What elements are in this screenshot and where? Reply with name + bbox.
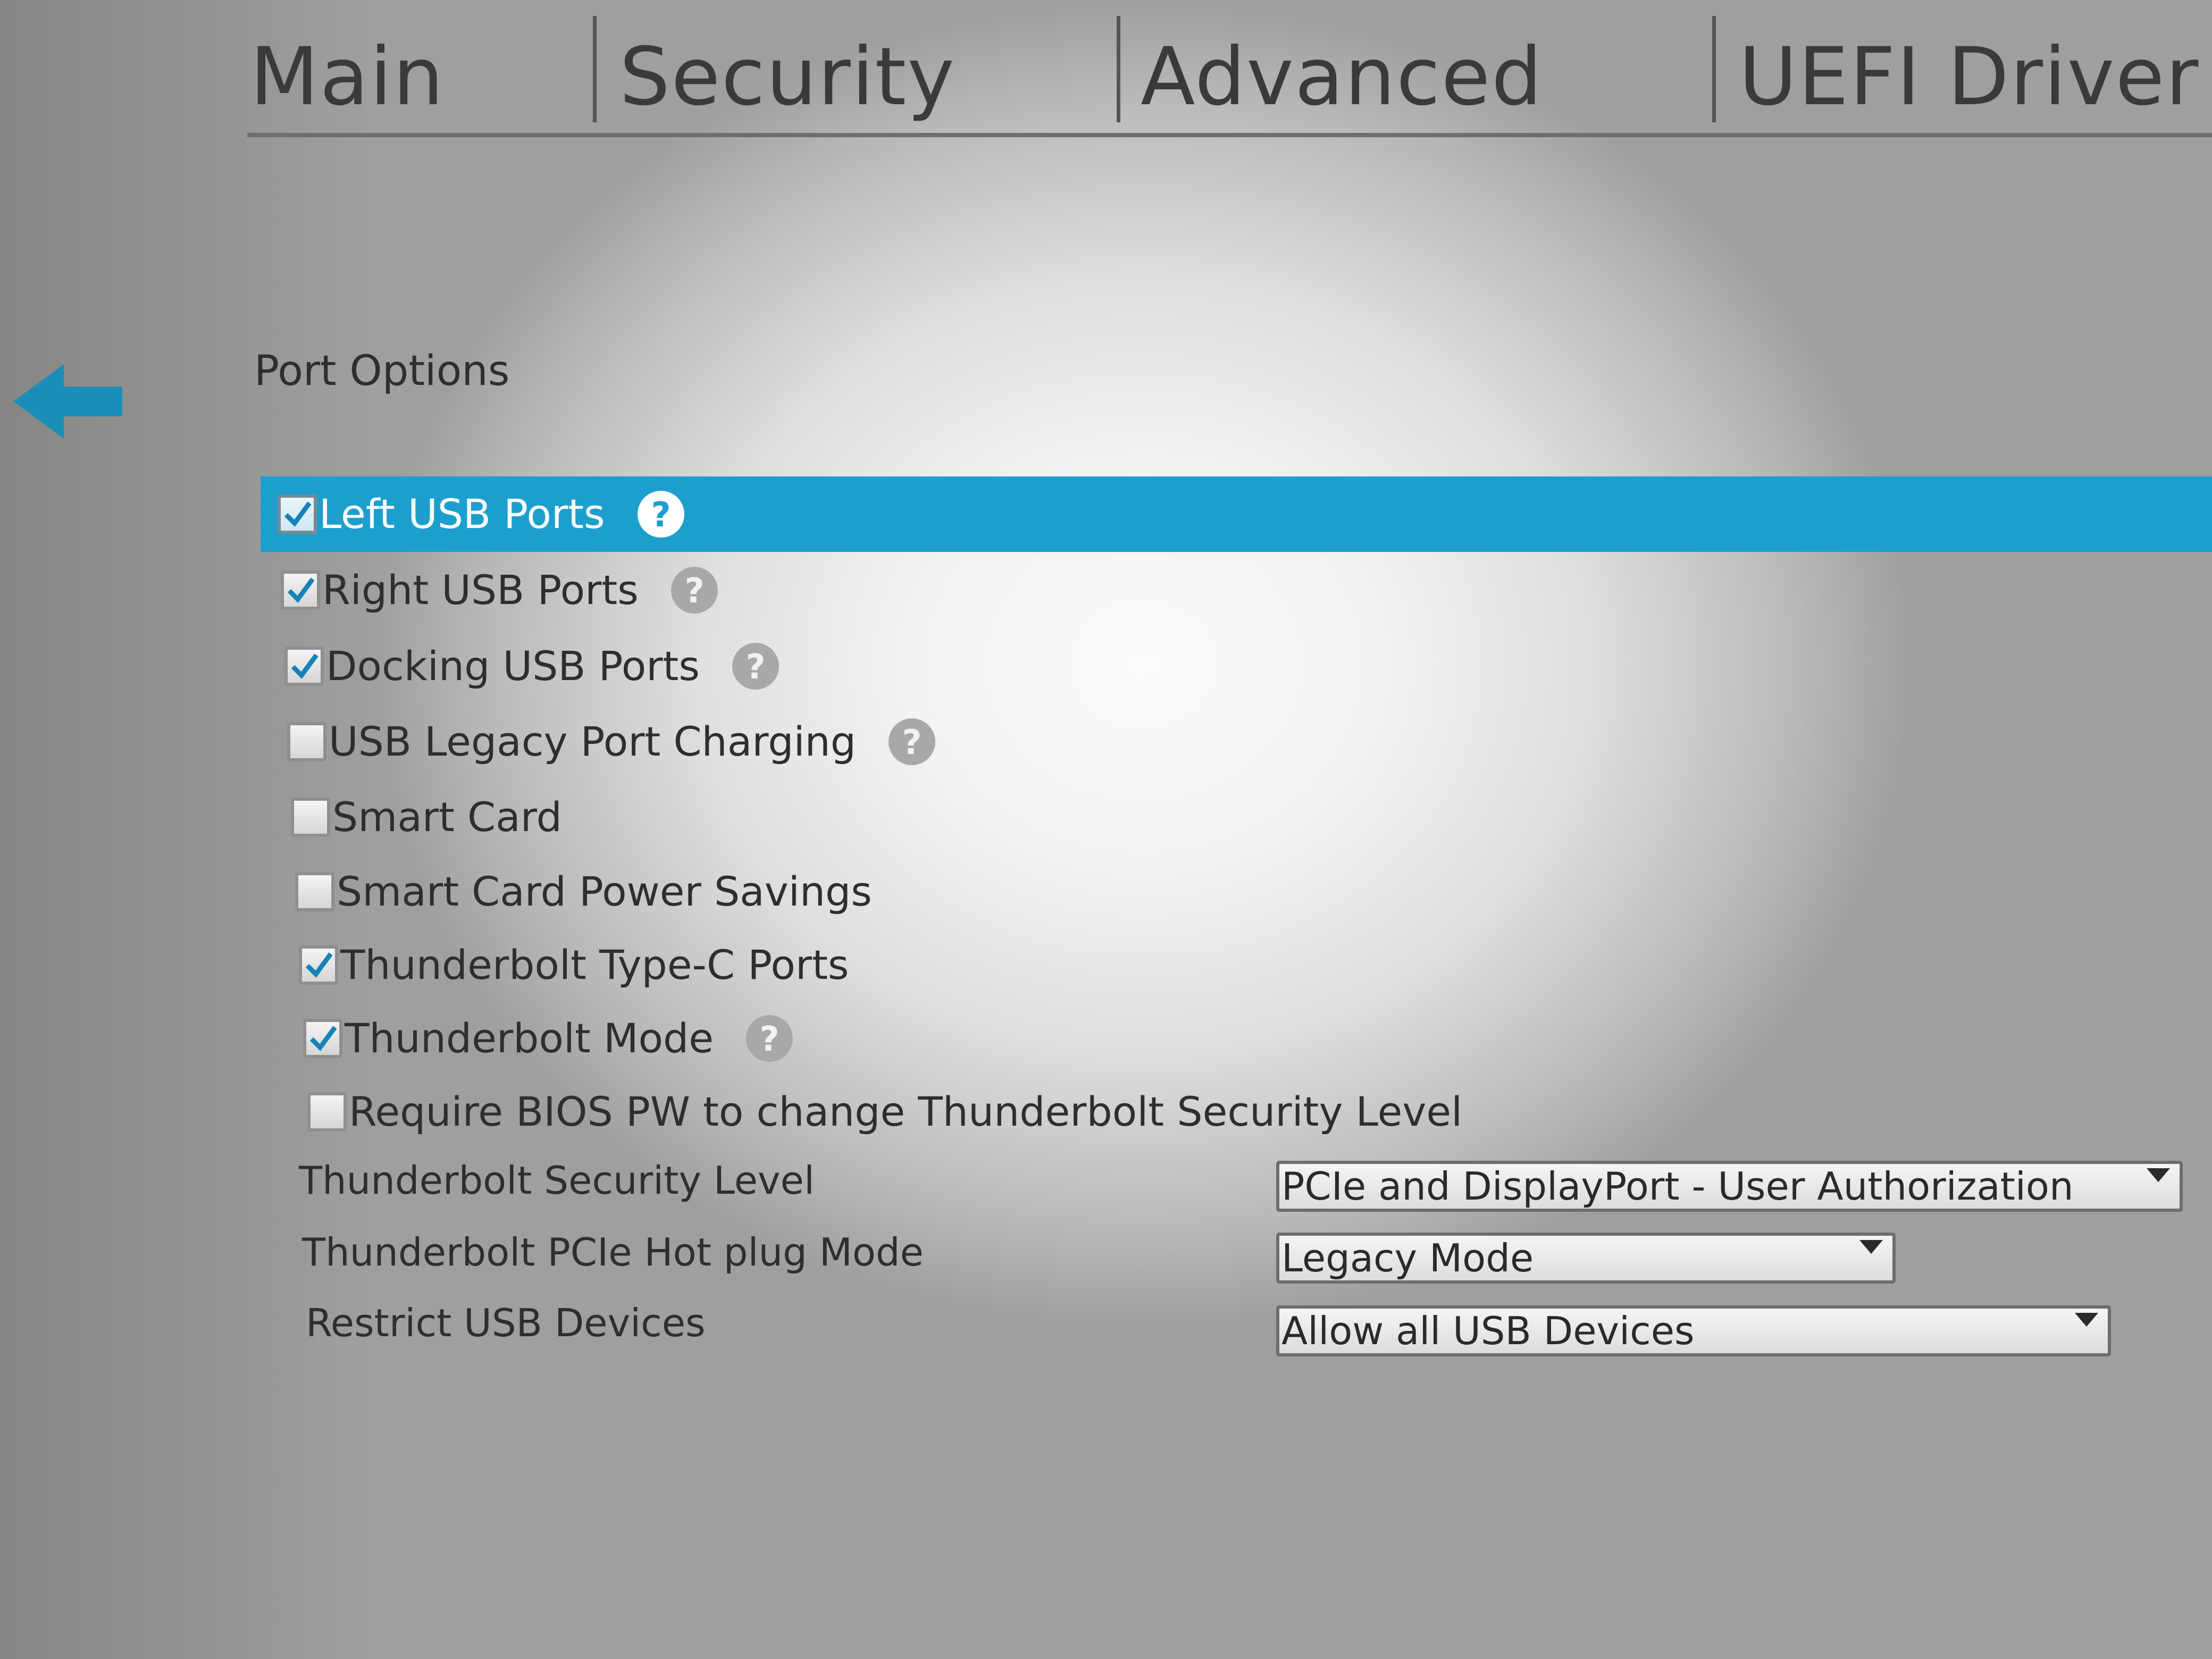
option-thunderbolt-mode[interactable]: Thunderbolt Mode ? [303, 1009, 793, 1068]
field-label-thunderbolt-security-level: Thunderbolt Security Level [299, 1158, 815, 1203]
tab-divider [593, 16, 597, 122]
tab-divider [1712, 16, 1716, 122]
option-docking-usb-ports[interactable]: Docking USB Ports ? [284, 637, 780, 696]
checkbox[interactable] [284, 647, 324, 686]
question-mark-icon[interactable]: ? [745, 1015, 793, 1062]
checkmark-icon [287, 577, 315, 603]
checkmark-icon [291, 653, 319, 679]
svg-text:?: ? [651, 496, 671, 535]
caret-down-icon [2075, 1313, 2098, 1327]
field-label-thunderbolt-pcie-hot-plug-mode: Thunderbolt PCIe Hot plug Mode [302, 1230, 924, 1275]
tab-advanced[interactable]: Advanced [1141, 27, 1543, 128]
option-label: USB Legacy Port Charging [329, 718, 856, 765]
svg-text:?: ? [760, 1020, 780, 1059]
field-label-restrict-usb-devices: Restrict USB Devices [306, 1301, 706, 1345]
option-label: Right USB Ports [322, 566, 639, 614]
option-label: Smart Card Power Savings [337, 868, 872, 915]
option-label: Require BIOS PW to change Thunderbolt Se… [349, 1088, 1463, 1135]
checkmark-icon [309, 1026, 337, 1051]
svg-text:?: ? [902, 723, 921, 763]
select-value: Legacy Mode [1281, 1236, 1534, 1280]
option-right-usb-ports[interactable]: Right USB Ports ? [281, 561, 718, 619]
option-thunderbolt-type-c-ports[interactable]: Thunderbolt Type-C Ports [299, 936, 849, 994]
arrow-left-icon[interactable] [13, 364, 125, 439]
question-mark-icon[interactable]: ? [888, 718, 936, 766]
tab-main[interactable]: Main [250, 27, 445, 128]
caret-down-icon [1859, 1240, 1883, 1254]
page-title: Port Options [254, 347, 510, 395]
checkbox[interactable] [307, 1092, 347, 1132]
select-restrict-usb-devices[interactable]: Allow all USB Devices [1276, 1305, 2111, 1356]
caret-down-icon [2147, 1168, 2170, 1182]
question-mark-icon[interactable]: ? [671, 566, 718, 614]
option-label: Thunderbolt Mode [345, 1015, 714, 1062]
option-label: Smart Card [332, 793, 562, 841]
svg-text:?: ? [745, 648, 765, 687]
select-value: Allow all USB Devices [1281, 1309, 1695, 1353]
option-require-bios-pw[interactable]: Require BIOS PW to change Thunderbolt Se… [307, 1083, 1462, 1141]
question-mark-icon[interactable]: ? [637, 490, 685, 538]
checkmark-icon [284, 501, 312, 527]
checkbox[interactable] [295, 872, 334, 911]
svg-text:?: ? [684, 572, 704, 611]
checkbox[interactable] [291, 798, 330, 837]
checkbox[interactable] [278, 495, 317, 534]
option-label: Docking USB Ports [326, 642, 700, 690]
option-smart-card[interactable]: Smart Card [291, 788, 562, 847]
checkbox[interactable] [299, 945, 338, 985]
option-label: Left USB Ports [319, 490, 605, 538]
checkbox[interactable] [281, 571, 320, 610]
select-thunderbolt-pcie-hot-plug-mode[interactable]: Legacy Mode [1276, 1233, 1896, 1284]
select-thunderbolt-security-level[interactable]: PCIe and DisplayPort - User Authorizatio… [1276, 1161, 2183, 1212]
tab-divider [1117, 16, 1120, 122]
option-left-usb-ports[interactable]: Left USB Ports ? [278, 485, 685, 543]
question-mark-icon[interactable]: ? [732, 642, 780, 690]
checkbox[interactable] [287, 722, 326, 761]
option-label: Thunderbolt Type-C Ports [340, 941, 849, 988]
checkmark-icon [305, 952, 333, 978]
option-usb-legacy-port-charging[interactable]: USB Legacy Port Charging ? [287, 713, 936, 771]
tab-bar: Main Security Advanced UEFI Driver [247, 11, 2212, 137]
tab-uefi-driver[interactable]: UEFI Driver [1739, 27, 2199, 128]
checkbox[interactable] [303, 1019, 342, 1058]
select-value: PCIe and DisplayPort - User Authorizatio… [1281, 1164, 2074, 1209]
tab-security[interactable]: Security [619, 27, 956, 128]
option-smart-card-power-savings[interactable]: Smart Card Power Savings [295, 862, 872, 921]
